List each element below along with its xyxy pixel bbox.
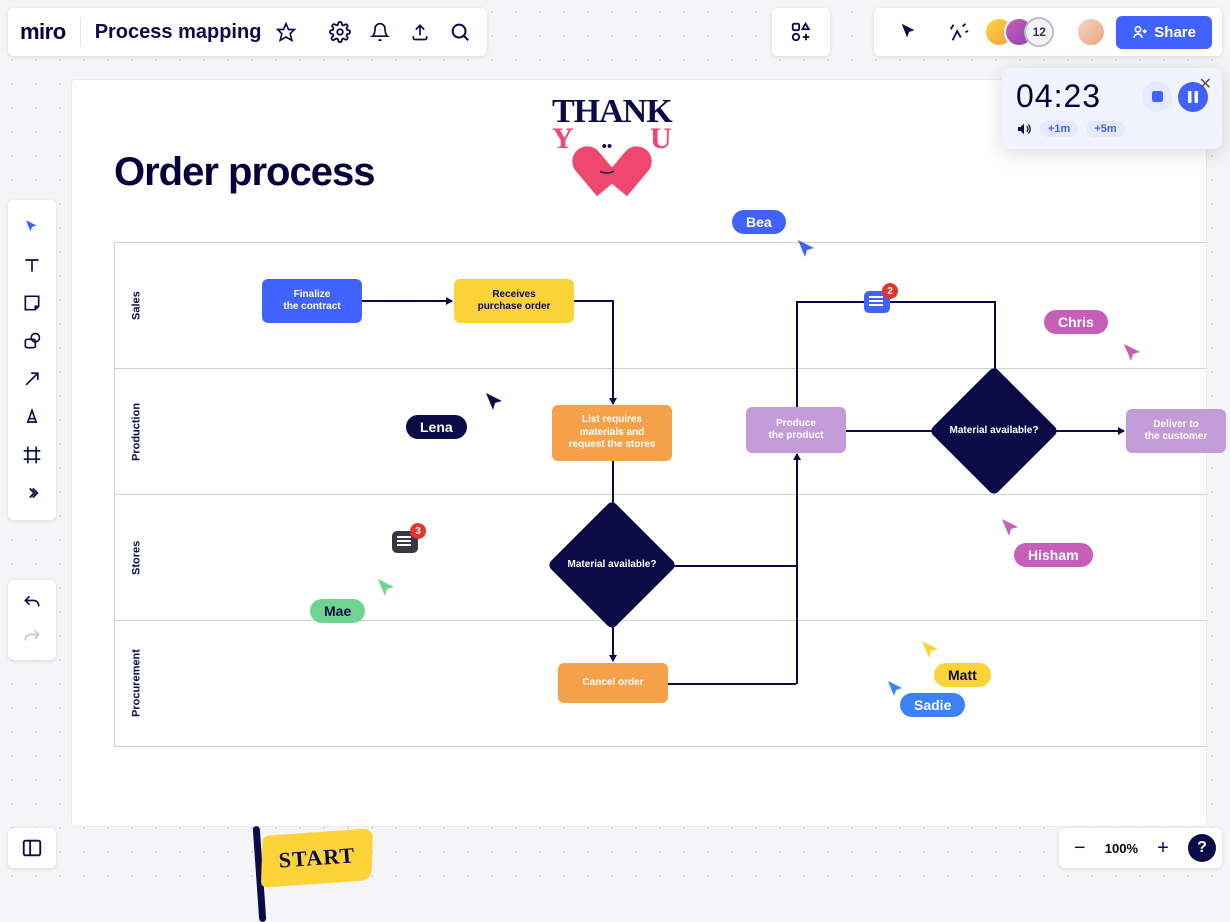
collab-bar: 12 Share xyxy=(874,8,1222,56)
cursor-pointer-icon xyxy=(796,238,818,260)
cursor-label-lena: Lena xyxy=(406,415,467,439)
node-material-available-2[interactable]: Material available? xyxy=(929,366,1059,496)
toolbar xyxy=(8,200,56,520)
sound-icon[interactable] xyxy=(1016,121,1032,137)
header-icons xyxy=(315,17,475,47)
cursor-mode-icon[interactable] xyxy=(894,17,924,47)
lane-label: Procurement xyxy=(114,621,158,746)
cursor-label-bea: Bea xyxy=(732,210,786,234)
node-finalize[interactable]: Finalizethe contract xyxy=(262,279,362,323)
cursor-pointer-icon xyxy=(484,391,506,413)
connector xyxy=(796,301,798,407)
star-icon[interactable] xyxy=(271,17,301,47)
start-sticker[interactable]: START xyxy=(262,832,372,884)
connector xyxy=(668,683,796,685)
board-name[interactable]: Process mapping xyxy=(95,21,262,44)
comment-count-badge: 2 xyxy=(882,283,898,299)
lane-label: Sales xyxy=(114,243,158,368)
reactions-icon[interactable] xyxy=(944,17,974,47)
zoom-bar: − 100% + ? xyxy=(1059,828,1222,868)
connector xyxy=(612,300,614,404)
node-produce[interactable]: Producethe product xyxy=(746,407,846,453)
share-label: Share xyxy=(1154,24,1196,41)
search-icon[interactable] xyxy=(445,17,475,47)
help-button[interactable]: ? xyxy=(1188,834,1216,862)
cursor-label-chris: Chris xyxy=(1044,310,1108,334)
text-tool[interactable] xyxy=(13,246,51,284)
miro-logo: miro xyxy=(20,19,66,45)
sticker-text: THANK xyxy=(552,98,672,125)
timer-panel: ✕ 04:23 +1m +5m xyxy=(1002,68,1222,149)
canvas[interactable]: Order process THANK Y ••‿ U Sales Produc… xyxy=(72,80,1206,826)
connector xyxy=(846,430,946,432)
cursor-label-matt: Matt xyxy=(934,663,991,687)
node-receives[interactable]: Receivespurchase order xyxy=(454,279,574,323)
sticker-text: U xyxy=(650,122,672,156)
cursor-pointer-icon xyxy=(1000,517,1020,537)
header-bar: miro Process mapping xyxy=(8,8,487,56)
connector xyxy=(612,461,614,517)
undo-button[interactable] xyxy=(13,586,51,620)
avatar-count[interactable]: 12 xyxy=(1024,17,1054,47)
add-1m-button[interactable]: +1m xyxy=(1040,121,1078,137)
pen-tool[interactable] xyxy=(13,398,51,436)
divider xyxy=(80,18,81,46)
sticky-tool[interactable] xyxy=(13,284,51,322)
comment-count-badge: 3 xyxy=(410,523,426,539)
bell-icon[interactable] xyxy=(365,17,395,47)
thank-you-sticker[interactable]: THANK Y ••‿ U xyxy=(552,98,672,173)
connector xyxy=(612,613,614,661)
avatar-self[interactable] xyxy=(1076,17,1106,47)
close-icon[interactable]: ✕ xyxy=(1199,74,1212,94)
shape-tool[interactable] xyxy=(13,322,51,360)
cursor-label-mae: Mae xyxy=(310,599,365,623)
zoom-in-button[interactable]: + xyxy=(1148,833,1178,863)
add-5m-button[interactable]: +5m xyxy=(1086,121,1124,137)
heart-icon: ••‿ xyxy=(587,129,637,173)
swimlanes: Sales Production Stores Procurement Fina… xyxy=(114,242,1206,747)
undo-redo-bar xyxy=(8,580,56,660)
apps-button[interactable] xyxy=(772,8,830,56)
timer-stop-button[interactable] xyxy=(1142,82,1172,112)
cursor-label-hisham: Hisham xyxy=(1014,543,1093,567)
connector xyxy=(796,301,994,303)
avatar-stack[interactable]: 12 xyxy=(984,17,1054,47)
connector xyxy=(362,300,452,302)
cursor-pointer-icon xyxy=(376,577,396,597)
zoom-percent[interactable]: 100% xyxy=(1099,841,1144,856)
node-deliver[interactable]: Deliver tothe customer xyxy=(1126,409,1226,453)
arrow-tool[interactable] xyxy=(13,360,51,398)
timer-digits: 04:23 xyxy=(1016,78,1101,115)
select-tool[interactable] xyxy=(13,208,51,246)
export-icon[interactable] xyxy=(405,17,435,47)
connector xyxy=(994,301,996,383)
cursor-label-sadie: Sadie xyxy=(900,693,965,717)
share-button[interactable]: Share xyxy=(1116,16,1212,49)
comment-icon[interactable]: 3 xyxy=(392,531,418,553)
node-material-available-1[interactable]: Material available? xyxy=(547,500,677,630)
zoom-out-button[interactable]: − xyxy=(1065,833,1095,863)
cursor-pointer-icon xyxy=(1122,342,1142,362)
cursor-pointer-icon xyxy=(920,639,940,659)
flag-body: START xyxy=(261,828,373,888)
lane-label: Stores xyxy=(114,495,158,620)
comment-icon[interactable]: 2 xyxy=(864,291,890,313)
lane-label: Production xyxy=(114,369,158,494)
redo-button[interactable] xyxy=(13,620,51,654)
cursor-pointer-icon xyxy=(886,679,904,697)
connector xyxy=(574,300,612,302)
diagram-title: Order process xyxy=(114,150,374,195)
connector xyxy=(660,565,796,567)
connector xyxy=(796,454,798,684)
sticker-text: Y xyxy=(552,122,574,156)
settings-icon[interactable] xyxy=(325,17,355,47)
more-tools-icon[interactable] xyxy=(13,474,51,512)
connector xyxy=(1042,430,1124,432)
node-list-req[interactable]: List requiresmaterials andrequest the st… xyxy=(552,405,672,461)
node-cancel[interactable]: Cancel order xyxy=(558,663,668,703)
frame-tool[interactable] xyxy=(13,436,51,474)
panel-toggle-icon[interactable] xyxy=(8,828,56,868)
